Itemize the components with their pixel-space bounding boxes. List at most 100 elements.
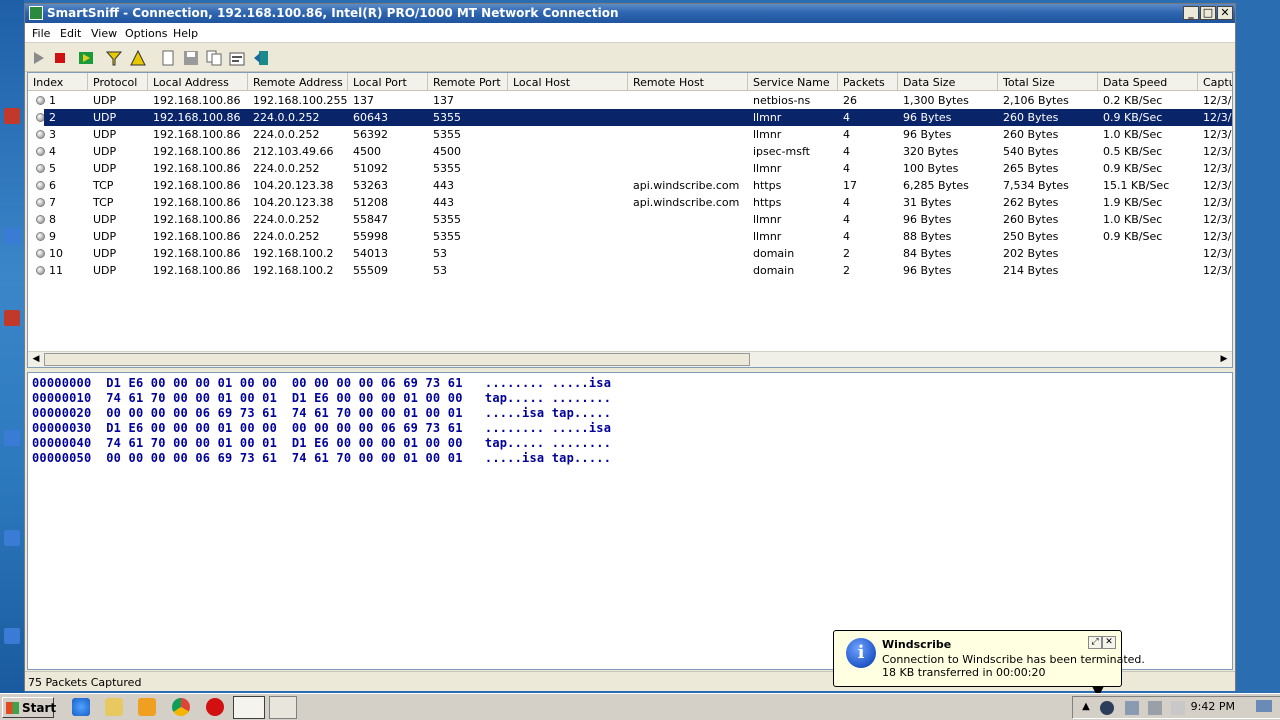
col-remote-address-cell: 104.20.123.38 xyxy=(253,196,334,209)
desktop-shortcut-icon[interactable] xyxy=(4,108,20,124)
menu-view[interactable]: View xyxy=(91,27,117,40)
show-hidden-icon[interactable]: ▲ xyxy=(1079,701,1093,715)
chrome-icon[interactable] xyxy=(172,698,190,716)
col-local-port-cell: 55509 xyxy=(353,264,388,277)
opera-icon[interactable] xyxy=(206,698,224,716)
col-local-address-header[interactable]: Local Address xyxy=(148,73,248,91)
stop-icon[interactable] xyxy=(51,49,69,67)
properties-icon[interactable] xyxy=(228,49,246,67)
col-remote-address-cell: 104.20.123.38 xyxy=(253,179,334,192)
col-remote-port-header[interactable]: Remote Port xyxy=(428,73,508,91)
col-remote-address-header[interactable]: Remote Address xyxy=(248,73,348,91)
hex-dump-pane[interactable]: 00000000 D1 E6 00 00 00 01 00 00 00 00 0… xyxy=(27,372,1233,670)
clock[interactable]: 9:42 PM xyxy=(1191,700,1235,713)
col-service-name-cell: llmnr xyxy=(748,109,838,126)
folder-icon[interactable] xyxy=(105,698,123,716)
media-player-icon[interactable] xyxy=(138,698,156,716)
col-data-speed-header[interactable]: Data Speed xyxy=(1098,73,1198,91)
copy-icon[interactable] xyxy=(205,49,223,67)
col-total-size-header[interactable]: Total Size xyxy=(998,73,1098,91)
start-button[interactable]: Start xyxy=(2,697,56,718)
col-packets-cell: 4 xyxy=(843,128,850,141)
hex-line: 00000030 D1 E6 00 00 00 01 00 00 00 00 0… xyxy=(32,421,612,435)
play-icon[interactable] xyxy=(29,49,47,67)
smartsniff-task-icon[interactable] xyxy=(233,696,265,719)
col-service-name-header[interactable]: Service Name xyxy=(748,73,838,91)
col-remote-address-cell: 224.0.0.252 xyxy=(253,128,320,141)
col-local-host-cell xyxy=(508,160,628,177)
desktop-shortcut-icon[interactable] xyxy=(4,628,20,644)
show-desktop-icon[interactable] xyxy=(1256,700,1272,712)
close-button[interactable]: ✕ xyxy=(1217,6,1233,20)
maximize-button[interactable]: □ xyxy=(1200,6,1216,20)
col-total-size-cell: 250 Bytes xyxy=(1003,230,1059,243)
table-row[interactable]: 11 UDP 192.168.100.86 192.168.100.2 55509 53 d… xyxy=(28,262,1232,279)
filter-alt-icon[interactable] xyxy=(129,49,147,67)
col-local-port-cell: 137 xyxy=(353,94,374,107)
desktop-shortcut-icon[interactable] xyxy=(4,310,20,326)
col-local-port-header[interactable]: Local Port xyxy=(348,73,428,91)
col-packets-header[interactable]: Packets xyxy=(838,73,898,91)
col-service-name-cell: llmnr xyxy=(753,162,782,175)
capture-icon[interactable] xyxy=(77,49,95,67)
col-protocol-cell: UDP xyxy=(93,213,117,226)
table-row[interactable]: 8 UDP 192.168.100.86 224.0.0.252 55847 5355 ll… xyxy=(28,211,1232,228)
col-remote-host-cell xyxy=(628,262,748,279)
table-row[interactable]: 7 TCP 192.168.100.86 104.20.123.38 51208 443 a… xyxy=(28,194,1232,211)
windscribe-task-icon[interactable] xyxy=(269,696,297,719)
col-remote-host-header[interactable]: Remote Host xyxy=(628,73,748,91)
connections-list[interactable]: Index Protocol Local Address Remote Address… xyxy=(27,72,1233,368)
scroll-left-icon[interactable]: ◀ xyxy=(29,353,43,366)
table-row[interactable]: 6 TCP 192.168.100.86 104.20.123.38 53263 443 a… xyxy=(28,177,1232,194)
horizontal-scrollbar[interactable]: ◀ ▶ xyxy=(28,351,1232,367)
menu-bar: File Edit View Options Help xyxy=(25,23,1235,43)
table-row[interactable]: 10 UDP 192.168.100.86 192.168.100.2 54013 53 d… xyxy=(28,245,1232,262)
notification-balloon[interactable]: i Windscribe Connection to Windscribe ha… xyxy=(833,630,1145,687)
col-capture-time-cell: 12/3/2 xyxy=(1203,128,1232,141)
desktop-shortcut-icon[interactable] xyxy=(4,530,20,546)
col-protocol-cell: UDP xyxy=(93,247,117,260)
desktop-shortcut-icon[interactable] xyxy=(4,228,20,244)
new-icon[interactable] xyxy=(159,49,177,67)
col-local-host-cell xyxy=(508,126,628,143)
col-index-header[interactable]: Index xyxy=(28,73,88,91)
col-data-size-cell: 96 Bytes xyxy=(898,109,998,126)
hex-line: 00000000 D1 E6 00 00 00 01 00 00 00 00 0… xyxy=(32,376,612,390)
table-row[interactable]: 2 UDP 192.168.100.86 224.0.0.252 60643 5355 ll… xyxy=(28,109,1232,126)
exit-icon[interactable] xyxy=(252,49,270,67)
menu-help[interactable]: Help xyxy=(173,27,198,40)
balloon-close-button[interactable]: ✕ xyxy=(1102,636,1116,649)
table-row[interactable]: 5 UDP 192.168.100.86 224.0.0.252 51092 5355 ll… xyxy=(28,160,1232,177)
col-capture-time-header[interactable]: Captu xyxy=(1198,73,1232,91)
title-bar[interactable]: SmartSniff - Connection, 192.168.100.86,… xyxy=(25,4,1235,23)
menu-file[interactable]: File xyxy=(32,27,50,40)
flag-icon[interactable] xyxy=(1171,701,1185,715)
balloon-options-button[interactable]: ⤢ xyxy=(1088,636,1102,649)
col-data-size-cell: 31 Bytes xyxy=(903,196,952,209)
menu-options[interactable]: Options xyxy=(125,27,167,40)
network-icon[interactable] xyxy=(1125,701,1139,715)
minimize-button[interactable]: _ xyxy=(1183,6,1199,20)
col-data-speed-cell: 15.1 KB/Sec xyxy=(1103,179,1170,192)
desktop-shortcut-icon[interactable] xyxy=(4,430,20,446)
table-row[interactable]: 9 UDP 192.168.100.86 224.0.0.252 55998 5355 ll… xyxy=(28,228,1232,245)
col-remote-port-cell: 443 xyxy=(433,196,454,209)
windscribe-tray-icon[interactable] xyxy=(1100,701,1114,715)
col-local-host-cell xyxy=(508,177,628,194)
table-row[interactable]: 4 UDP 192.168.100.86 212.103.49.66 4500 4500 i… xyxy=(28,143,1232,160)
col-data-size-header[interactable]: Data Size xyxy=(898,73,998,91)
col-protocol-header[interactable]: Protocol xyxy=(88,73,148,91)
table-row[interactable]: 3 UDP 192.168.100.86 224.0.0.252 56392 5355 ll… xyxy=(28,126,1232,143)
col-capture-time-cell: 12/3/2 xyxy=(1203,179,1232,192)
menu-edit[interactable]: Edit xyxy=(60,27,81,40)
col-local-host-header[interactable]: Local Host xyxy=(508,73,628,91)
scroll-right-icon[interactable]: ▶ xyxy=(1217,353,1231,366)
ie-icon[interactable] xyxy=(72,698,90,716)
save-icon[interactable] xyxy=(182,49,200,67)
scroll-thumb[interactable] xyxy=(44,353,750,366)
col-packets-cell: 2 xyxy=(843,264,850,277)
hex-line: 00000010 74 61 70 00 00 01 00 01 D1 E6 0… xyxy=(32,391,612,405)
volume-icon[interactable] xyxy=(1148,701,1162,715)
filter-icon[interactable] xyxy=(105,49,123,67)
table-row[interactable]: 1 UDP 192.168.100.86 192.168.100.255 137 137 n… xyxy=(28,92,1232,109)
